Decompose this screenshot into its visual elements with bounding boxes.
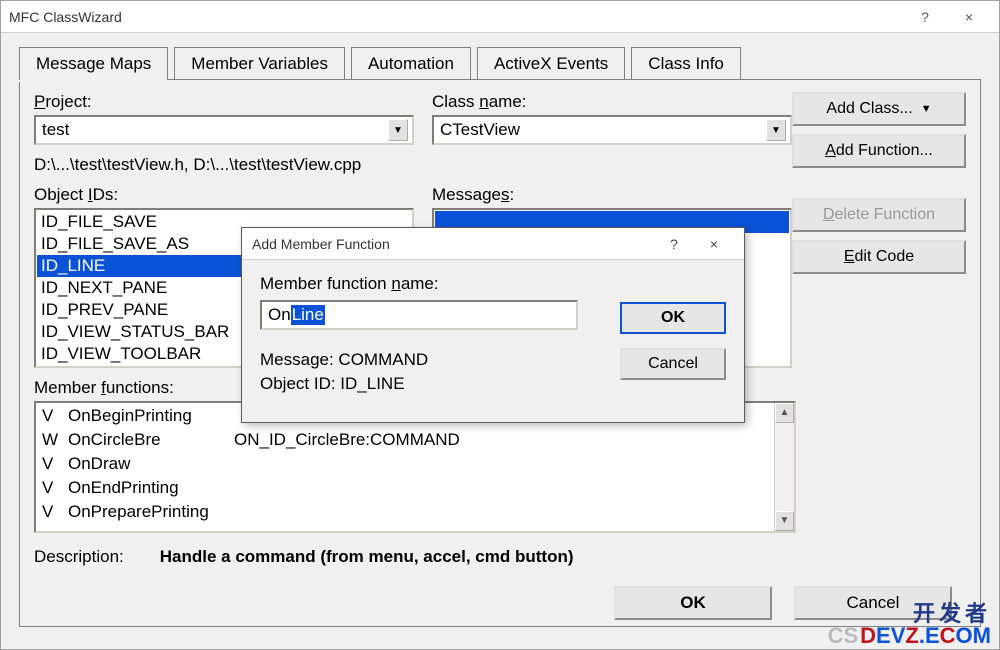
scroll-up-icon[interactable]: ▲	[775, 403, 794, 423]
table-row[interactable]: WOnCircleBreON_ID_CircleBre:COMMAND	[36, 428, 794, 452]
tab-automation[interactable]: Automation	[351, 47, 471, 80]
class-name-label: Class name:	[432, 92, 792, 112]
dialog-close-button[interactable]: ×	[694, 230, 734, 258]
tab-message-maps[interactable]: Message Maps	[19, 47, 168, 80]
chevron-down-icon: ▼	[921, 103, 932, 115]
chevron-down-icon[interactable]: ▼	[388, 119, 408, 141]
project-label: Project:	[34, 92, 414, 112]
dialog-help-button[interactable]: ?	[654, 230, 694, 258]
project-value: test	[42, 120, 388, 140]
dialog-ok-button[interactable]: OK	[620, 302, 726, 334]
table-row[interactable]: VOnPreparePrinting	[36, 500, 794, 524]
dialog-titlebar: Add Member Function ? ×	[242, 228, 744, 260]
help-button[interactable]: ?	[903, 2, 947, 32]
tab-member-variables[interactable]: Member Variables	[174, 47, 345, 80]
table-row[interactable]: VOnDraw	[36, 452, 794, 476]
member-function-name-label: Member function name:	[260, 274, 726, 294]
main-window: MFC ClassWizard ? × Message Maps Member …	[0, 0, 1000, 650]
add-member-function-dialog: Add Member Function ? × Member function …	[241, 227, 745, 423]
titlebar: MFC ClassWizard ? ×	[1, 1, 999, 33]
description-label: Description:	[34, 547, 124, 567]
scroll-down-icon[interactable]: ▼	[775, 511, 794, 531]
messages-label: Messages:	[432, 185, 792, 205]
ok-button[interactable]: OK	[614, 586, 772, 620]
member-function-name-input[interactable]: OnLine	[260, 300, 578, 330]
tab-strip: Message Maps Member Variables Automation…	[19, 47, 981, 80]
close-button[interactable]: ×	[947, 2, 991, 32]
class-name-value: CTestView	[440, 120, 766, 140]
object-ids-label: Object IDs:	[34, 185, 414, 205]
project-combo[interactable]: test ▼	[34, 115, 414, 145]
tab-class-info[interactable]: Class Info	[631, 47, 741, 80]
input-selection: Line	[291, 305, 325, 325]
description-text: Handle a command (from menu, accel, cmd …	[160, 547, 574, 567]
tab-activex-events[interactable]: ActiveX Events	[477, 47, 625, 80]
add-class-button[interactable]: Add Class...▼	[792, 92, 966, 126]
scrollbar-vertical[interactable]: ▲ ▼	[774, 403, 794, 531]
chevron-down-icon[interactable]: ▼	[766, 119, 786, 141]
input-prefix: On	[268, 305, 291, 325]
add-function-button[interactable]: Add Function...	[792, 134, 966, 168]
window-title: MFC ClassWizard	[9, 9, 903, 25]
dialog-cancel-button[interactable]: Cancel	[620, 348, 726, 380]
dialog-title: Add Member Function	[252, 236, 654, 252]
cancel-button[interactable]: Cancel	[794, 586, 952, 620]
class-name-combo[interactable]: CTestView ▼	[432, 115, 792, 145]
table-row[interactable]: VOnEndPrinting	[36, 476, 794, 500]
